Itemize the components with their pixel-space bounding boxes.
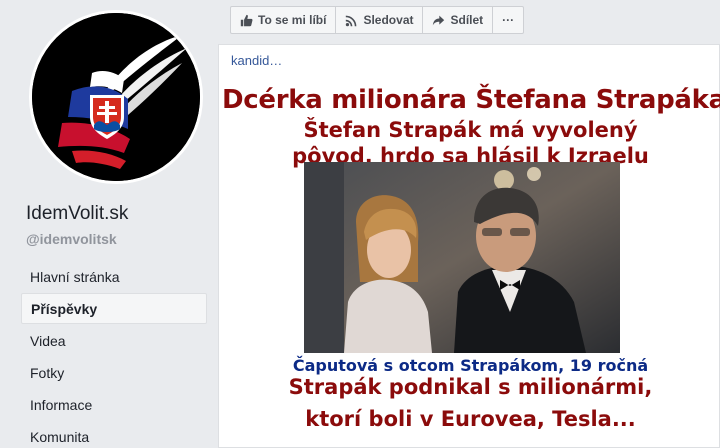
nav-item-posts[interactable]: Příspěvky	[21, 293, 207, 324]
page-action-bar: To se mi líbí Sledovat Sdílet ···	[230, 6, 525, 34]
page-name[interactable]: IdemVolit.sk	[26, 203, 128, 225]
share-label: Sdílet	[450, 13, 484, 27]
image-subheadline-line-1: Štefan Strapák má vyvolený	[303, 118, 638, 142]
more-dots-icon: ···	[502, 13, 515, 27]
page-handle[interactable]: @idemvolitsk	[26, 231, 117, 247]
nav-item-home[interactable]: Hlavní stránka	[21, 261, 207, 292]
flag-wing-logo-icon	[32, 13, 200, 181]
rss-icon	[346, 15, 357, 26]
like-button[interactable]: To se mi líbí	[231, 7, 337, 33]
image-caption: Čaputová s otcom Strapákom, 19 ročná	[292, 356, 649, 375]
nav-item-community[interactable]: Komunita	[21, 421, 207, 448]
photo-illustration	[304, 162, 620, 353]
left-sidebar: IdemVolit.sk @idemvolitsk Hlavní stránka…	[0, 0, 214, 448]
share-button[interactable]: Sdílet	[423, 7, 494, 33]
follow-label: Sledovat	[363, 13, 414, 27]
more-options-button[interactable]: ···	[493, 7, 523, 33]
post-card: kandid… Dcérka milionára Štefana Strapák…	[218, 44, 720, 448]
post-image[interactable]: Dcérka milionára Štefana Strapáka Štefan…	[222, 81, 720, 445]
like-label: To se mi líbí	[258, 13, 327, 27]
truncated-text-line	[219, 45, 720, 49]
image-headline: Dcérka milionára Štefana Strapáka	[222, 85, 720, 115]
post-text-truncated[interactable]: kandid…	[231, 53, 282, 68]
inset-photo	[304, 162, 620, 353]
share-arrow-icon	[433, 15, 445, 25]
thumbs-up-icon	[240, 14, 253, 26]
profile-picture[interactable]	[29, 10, 203, 184]
page-navigation: Hlavní stránka Příspěvky Videa Fotky Inf…	[21, 261, 207, 448]
image-bottom-line-2: ktorí boli v Eurovea, Tesla...	[305, 407, 636, 431]
nav-item-videos[interactable]: Videa	[21, 325, 207, 356]
follow-button[interactable]: Sledovat	[336, 7, 424, 33]
nav-item-about[interactable]: Informace	[21, 389, 207, 420]
nav-item-photos[interactable]: Fotky	[21, 357, 207, 388]
image-bottom-line-1: Strapák podnikal s milionármi,	[288, 375, 653, 399]
